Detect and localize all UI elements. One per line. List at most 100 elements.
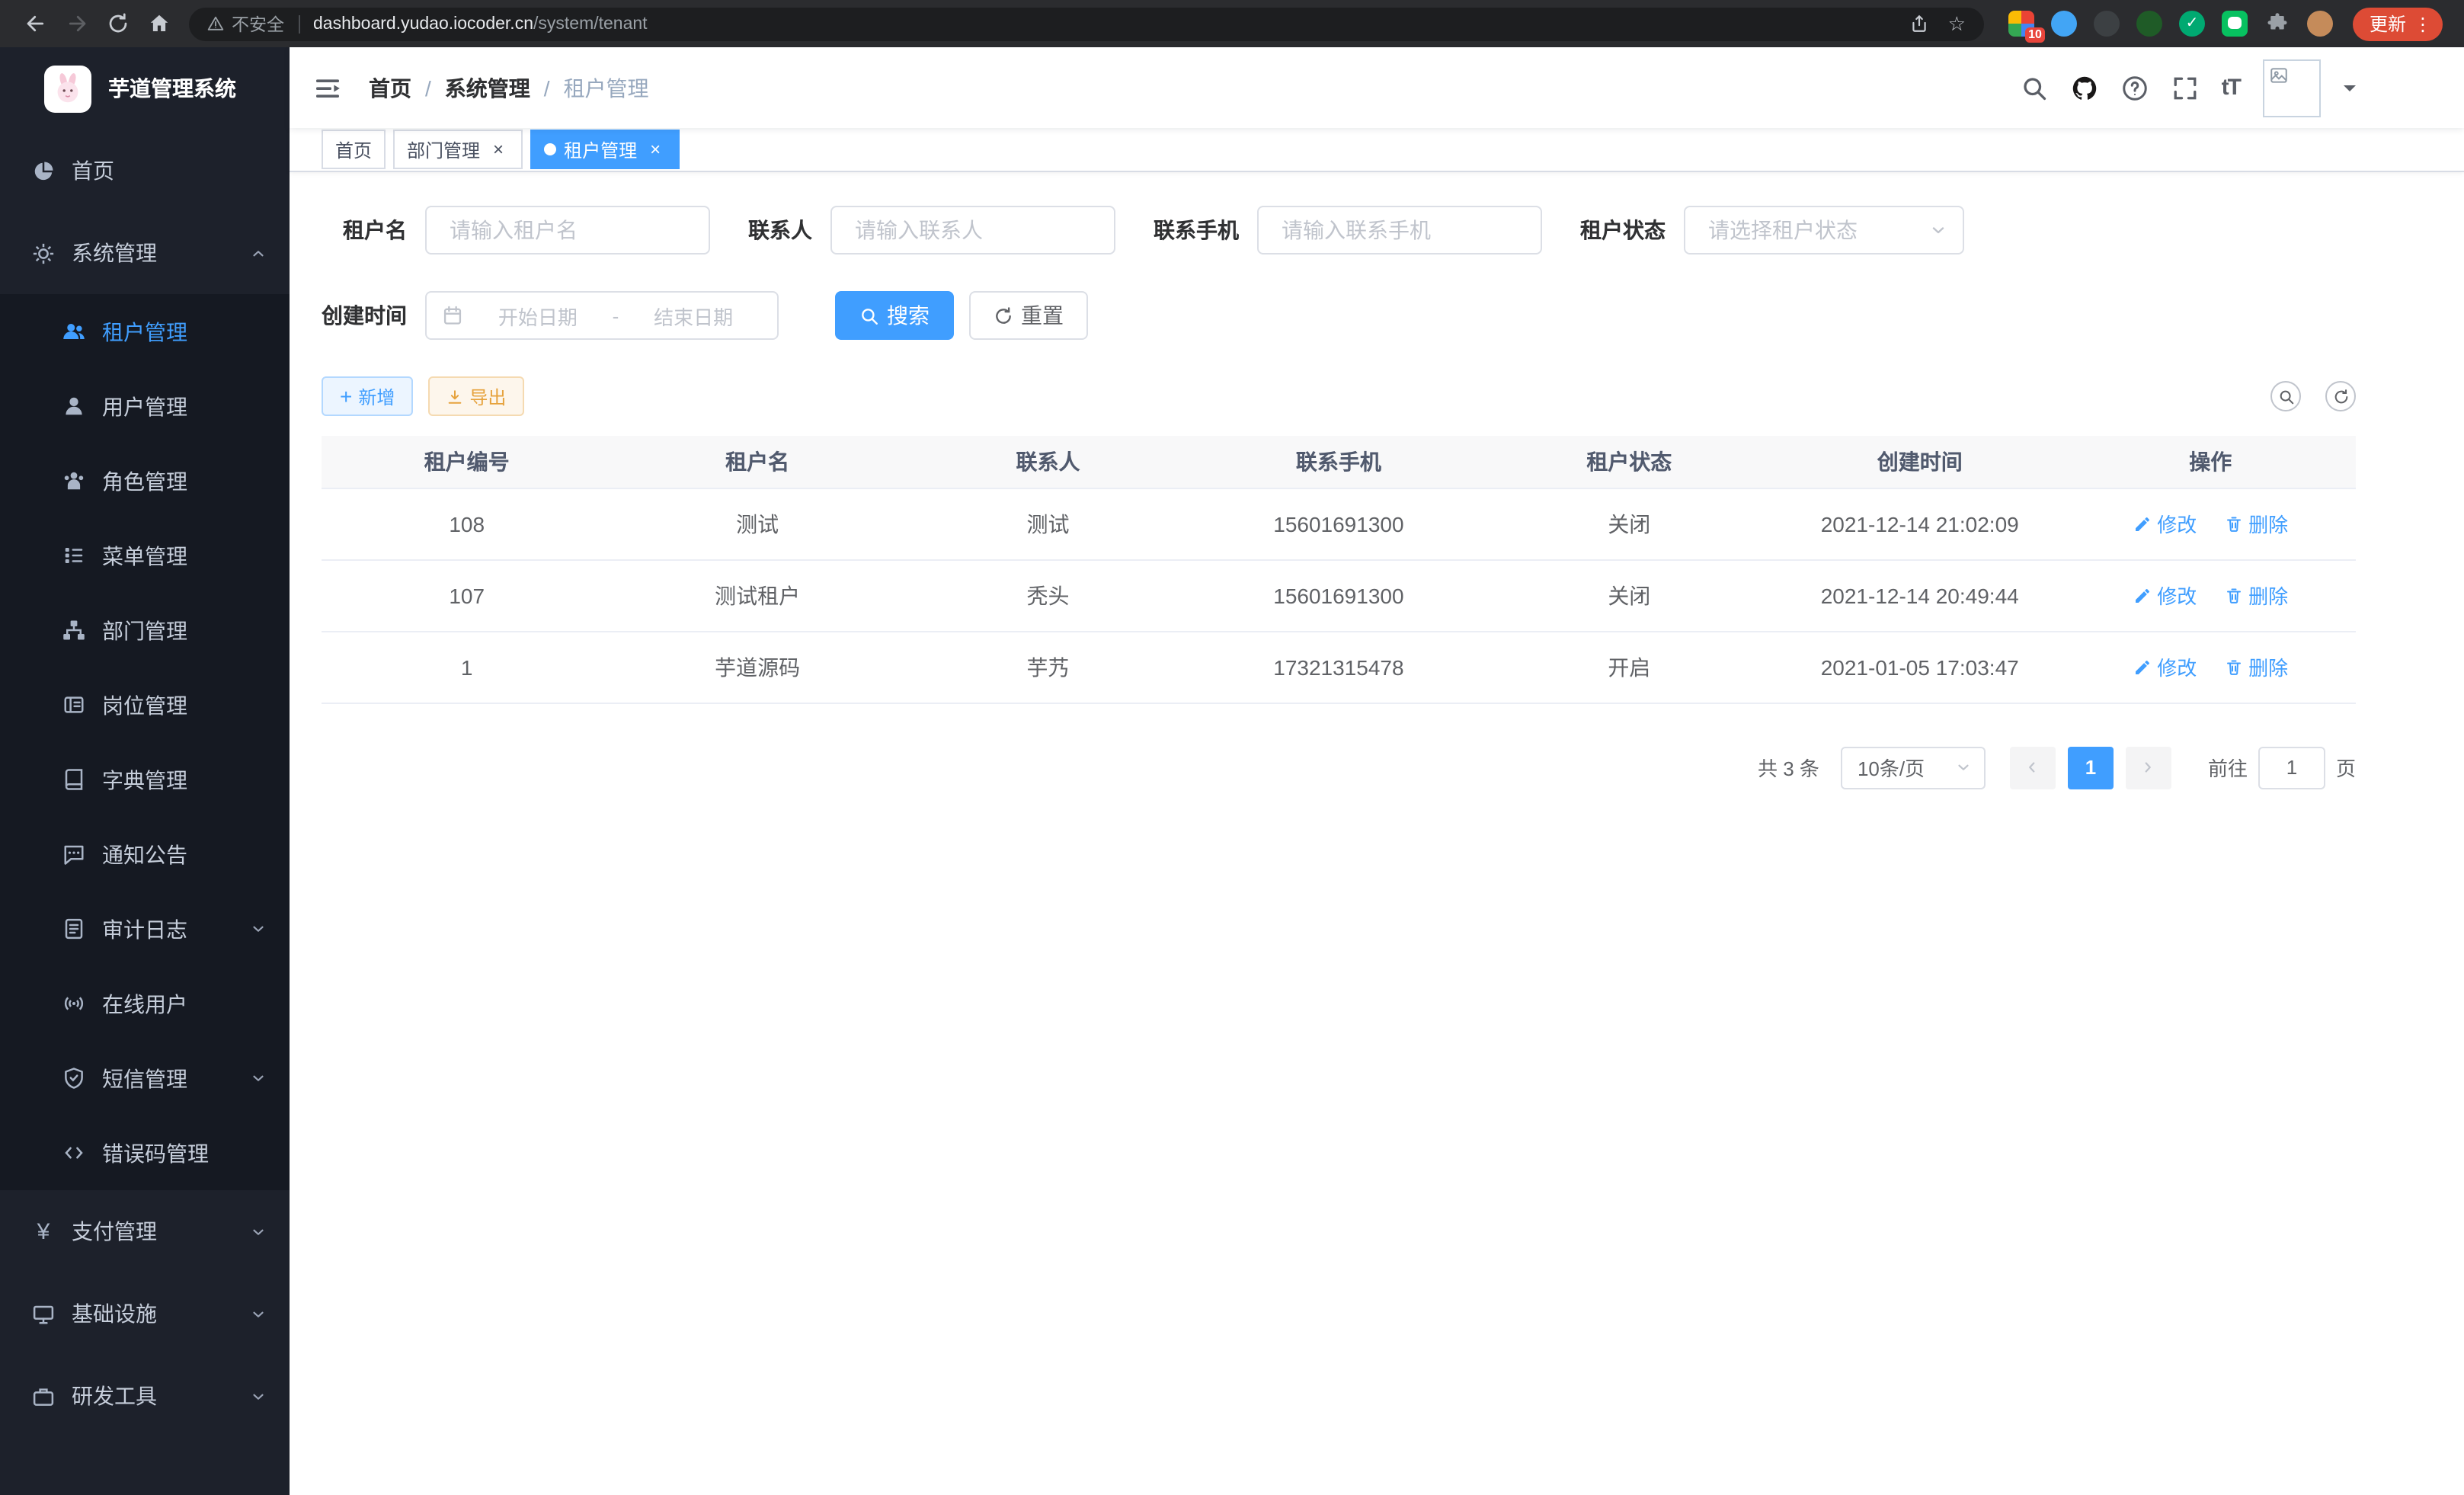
app-title: 芋道管理系统 — [108, 73, 236, 104]
sidebar-toggle-button[interactable] — [312, 72, 343, 103]
refresh-button[interactable] — [2325, 381, 2356, 411]
tag-tenant[interactable]: 租户管理 × — [530, 130, 680, 169]
edit-icon — [2133, 514, 2151, 533]
tenant-status-select[interactable]: 请选择租户状态 — [1684, 206, 1964, 255]
contact-input[interactable] — [830, 206, 1115, 255]
delete-link[interactable]: 删除 — [2224, 509, 2288, 538]
header-search-icon[interactable] — [2021, 74, 2048, 101]
create-time-range-picker[interactable]: 开始日期 - 结束日期 — [425, 291, 779, 340]
chevron-down-icon — [250, 920, 267, 937]
tags-view: 首页 部门管理 × 租户管理 × — [290, 128, 2464, 172]
update-button[interactable]: 更新 ⋮ — [2353, 7, 2443, 40]
plus-icon: + — [340, 386, 352, 407]
sidebar-item-post[interactable]: 岗位管理 — [0, 667, 290, 742]
reload-icon[interactable] — [98, 3, 139, 44]
extension-blue-icon[interactable] — [2051, 11, 2077, 37]
github-icon[interactable] — [2071, 74, 2098, 101]
extension-green-icon[interactable]: ✓ — [2179, 11, 2205, 37]
comment-icon — [62, 843, 85, 866]
next-page-button[interactable] — [2126, 746, 2171, 789]
chevron-right-icon — [2140, 759, 2157, 776]
sidebar-item-notice[interactable]: 通知公告 — [0, 817, 290, 892]
warning-icon — [207, 15, 224, 32]
page-unit-label: 页 — [2336, 753, 2356, 782]
table-row[interactable]: 107 测试租户 秃头 15601691300 关闭 2021-12-14 20… — [322, 559, 2356, 631]
book-icon — [62, 768, 85, 791]
caret-down-icon[interactable] — [2344, 85, 2356, 98]
export-button[interactable]: 导出 — [428, 376, 524, 416]
breadcrumb-system[interactable]: 系统管理 — [445, 72, 530, 103]
extension-pinned-icon[interactable]: 10 — [2008, 11, 2034, 37]
page-size-select[interactable]: 10条/页 — [1841, 746, 1986, 789]
sidebar-item-user[interactable]: 用户管理 — [0, 369, 290, 443]
screen: 不安全 dashboard.yudao.iocoder.cn /system/t… — [0, 0, 2464, 1495]
browser-menu-icon[interactable]: ⋮ — [2414, 14, 2432, 33]
navbar: 首页 / 系统管理 / 租户管理 tT — [290, 47, 2464, 128]
tenant-name-input[interactable] — [425, 206, 710, 255]
back-icon[interactable] — [15, 3, 56, 44]
browser-profile-avatar[interactable] — [2307, 11, 2333, 37]
fullscreen-icon[interactable] — [2171, 74, 2199, 101]
sidebar-item-sms[interactable]: 短信管理 — [0, 1041, 290, 1116]
sidebar-item-infra[interactable]: 基础设施 — [0, 1273, 290, 1355]
extension-darkgreen-icon[interactable] — [2136, 11, 2162, 37]
sidebar-item-payment[interactable]: ¥ 支付管理 — [0, 1190, 290, 1273]
trash-icon — [2224, 658, 2242, 676]
phone-input[interactable] — [1257, 206, 1542, 255]
briefcase-icon — [32, 1385, 55, 1407]
sidebar-item-home[interactable]: 首页 — [0, 130, 290, 212]
sidebar-item-role[interactable]: 角色管理 — [0, 443, 290, 518]
help-icon[interactable] — [2121, 74, 2149, 101]
tag-dept[interactable]: 部门管理 × — [393, 130, 523, 169]
font-size-icon[interactable]: tT — [2222, 75, 2240, 101]
table-row[interactable]: 108 测试 测试 15601691300 关闭 2021-12-14 21:0… — [322, 488, 2356, 559]
address-bar[interactable]: 不安全 dashboard.yudao.iocoder.cn /system/t… — [189, 7, 1984, 40]
delete-link[interactable]: 删除 — [2224, 652, 2288, 681]
tag-home[interactable]: 首页 — [322, 130, 386, 169]
search-button[interactable]: 搜索 — [835, 291, 954, 340]
sidebar-item-online-user[interactable]: 在线用户 — [0, 966, 290, 1041]
sidebar-item-error-code[interactable]: 错误码管理 — [0, 1116, 290, 1190]
edit-link[interactable]: 修改 — [2133, 652, 2197, 681]
sidebar-item-menu[interactable]: 菜单管理 — [0, 518, 290, 593]
col-created: 创建时间 — [1774, 436, 2065, 488]
extensions-puzzle-icon[interactable] — [2264, 11, 2290, 37]
status-text: 关闭 — [1484, 559, 1774, 631]
user-avatar[interactable] — [2263, 59, 2321, 117]
page-number-button[interactable]: 1 — [2068, 746, 2114, 789]
home-icon[interactable] — [139, 3, 180, 44]
goto-page-input[interactable] — [2258, 746, 2325, 789]
edit-link[interactable]: 修改 — [2133, 581, 2197, 610]
sidebar-item-audit-log[interactable]: 审计日志 — [0, 892, 290, 966]
share-icon[interactable] — [1910, 14, 1930, 34]
edit-link[interactable]: 修改 — [2133, 509, 2197, 538]
table-toolbar: + 新增 导出 — [322, 376, 2356, 416]
shield-icon — [62, 1067, 85, 1090]
tenant-table: 租户编号 租户名 联系人 联系手机 租户状态 创建时间 操作 108 测试 测试 — [322, 436, 2356, 703]
sidebar-item-tenant[interactable]: 租户管理 — [0, 294, 290, 369]
extension-dark-icon[interactable] — [2094, 11, 2120, 37]
close-icon[interactable]: × — [488, 139, 509, 160]
search-toggle-button[interactable] — [2270, 381, 2301, 411]
app-logo[interactable]: 芋道管理系统 — [0, 47, 290, 130]
sidebar-item-system[interactable]: 系统管理 — [0, 212, 290, 294]
breadcrumb-home[interactable]: 首页 — [369, 72, 411, 103]
forward-icon[interactable] — [56, 3, 98, 44]
table-row[interactable]: 1 芋道源码 芋艿 17321315478 开启 2021-01-05 17:0… — [322, 631, 2356, 703]
add-button[interactable]: + 新增 — [322, 376, 413, 416]
system-submenu: 租户管理 用户管理 角色管理 菜单管理 部门管理 — [0, 294, 290, 1190]
sidebar-item-dev-tools[interactable]: 研发工具 — [0, 1355, 290, 1437]
sidebar-item-dict[interactable]: 字典管理 — [0, 742, 290, 817]
site-security-chip[interactable]: 不安全 — [207, 11, 284, 36]
prev-page-button[interactable] — [2010, 746, 2056, 789]
navbar-actions: tT — [2021, 59, 2356, 117]
bookmark-star-icon[interactable]: ☆ — [1948, 14, 1966, 34]
reset-button[interactable]: 重置 — [969, 291, 1088, 340]
chevron-left-icon — [2024, 759, 2041, 776]
close-icon[interactable]: × — [645, 139, 666, 160]
url-path: /system/tenant — [533, 14, 648, 33]
calendar-icon — [442, 305, 463, 326]
extension-chat-icon[interactable] — [2222, 11, 2248, 37]
delete-link[interactable]: 删除 — [2224, 581, 2288, 610]
sidebar-item-dept[interactable]: 部门管理 — [0, 593, 290, 667]
